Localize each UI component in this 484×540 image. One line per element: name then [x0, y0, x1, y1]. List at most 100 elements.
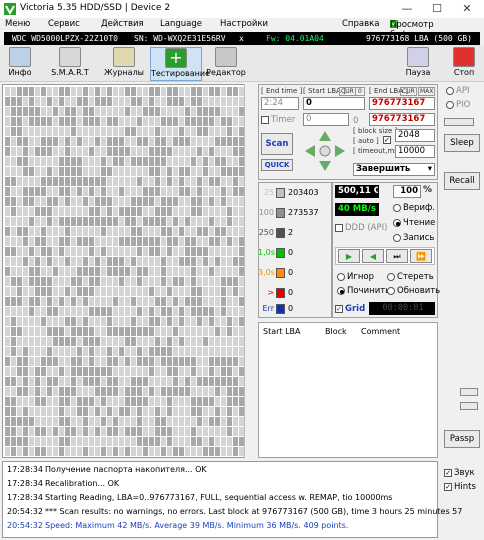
pio-option[interactable]: PIO	[446, 100, 470, 110]
scan-block-cell	[11, 117, 16, 126]
small-indicator-2[interactable]	[460, 402, 478, 410]
scan-block-cell	[197, 407, 202, 416]
finish-action-select[interactable]: Завершить ▾	[353, 163, 435, 176]
end-cur-button[interactable]: CUR	[400, 87, 417, 96]
scan-block-cell	[23, 137, 28, 146]
block-size-select[interactable]: 2048	[395, 129, 435, 142]
skip-end-icon[interactable]: ⏩	[410, 249, 432, 263]
timeout-select[interactable]: 10000	[395, 145, 435, 158]
menu-item-language[interactable]: Language	[160, 19, 202, 29]
scan-block-cell	[161, 137, 166, 146]
minimize-button[interactable]: —	[392, 1, 422, 17]
rewind-icon[interactable]: ◀	[362, 249, 384, 263]
testing-button[interactable]: + Тестирование	[150, 47, 210, 81]
scan-block-cell	[95, 437, 100, 446]
mode-write[interactable]: Запись	[393, 233, 434, 243]
action-repair[interactable]: Починить	[337, 286, 390, 296]
api-option[interactable]: API	[446, 86, 469, 96]
scan-block-cell	[125, 397, 130, 406]
mode-read[interactable]: Чтение	[393, 218, 435, 228]
latency-threshold: 25	[263, 188, 274, 197]
sound-option[interactable]: ✓ Звук	[444, 468, 475, 478]
editor-button[interactable]: Редактор	[206, 47, 246, 81]
scan-block-cell	[119, 127, 124, 136]
scan-block-cell	[221, 147, 226, 156]
scan-block-cell	[71, 437, 76, 446]
log-entry: 20:54:32 Speed: Maximum 42 MB/s. Average …	[7, 521, 348, 533]
menu-item-settings[interactable]: Настройки	[220, 19, 268, 29]
action-ignore[interactable]: Игнор	[337, 272, 374, 282]
start-lba-field[interactable]: 0	[303, 97, 365, 110]
hints-option[interactable]: ✓ Hints	[444, 482, 476, 492]
scan-block-cell	[161, 367, 166, 376]
scan-block-cell	[215, 417, 220, 426]
scan-block-cell	[149, 137, 154, 146]
scan-block-cell	[215, 307, 220, 316]
scan-block-cell	[179, 187, 184, 196]
scan-block-cell	[197, 347, 202, 356]
grid-scrollbar[interactable]	[244, 84, 256, 458]
info-button[interactable]: Инфо	[6, 47, 34, 81]
skip-forward-icon[interactable]: ⏭	[386, 249, 408, 263]
scan-block-cell	[149, 327, 154, 336]
scan-block-cell	[143, 397, 148, 406]
scan-block-cell	[179, 127, 184, 136]
quick-button[interactable]: QUICK	[261, 159, 293, 171]
maximize-button[interactable]: ☐	[422, 1, 452, 17]
navigation-pad[interactable]	[303, 129, 347, 173]
start-cur-button[interactable]: CUR	[339, 87, 356, 96]
timer-option[interactable]: Timer	[261, 115, 295, 125]
small-indicator-1[interactable]	[460, 388, 478, 396]
start-zero-button[interactable]: 0	[355, 87, 365, 96]
scan-block-cell	[137, 407, 142, 416]
scan-block-cell	[137, 347, 142, 356]
scan-block-cell	[83, 397, 88, 406]
scan-block-cell	[215, 247, 220, 256]
journals-button[interactable]: Журналы	[104, 47, 144, 81]
end-time-field[interactable]: 2:24	[261, 97, 299, 110]
mode-verify[interactable]: Вериф.	[393, 203, 435, 213]
pause-button[interactable]: Пауза	[400, 47, 436, 81]
hints-label: Hints	[454, 482, 476, 492]
scan-block-cell	[143, 287, 148, 296]
end-max-button[interactable]: MAX	[418, 87, 436, 96]
scan-block-cell	[161, 347, 166, 356]
scan-block-cell	[65, 147, 70, 156]
scan-button[interactable]: Scan	[261, 133, 293, 155]
scan-block-cell	[143, 277, 148, 286]
stop-button[interactable]: Стоп	[448, 47, 480, 81]
play-icon[interactable]: ▶	[338, 249, 360, 263]
auto-checkbox[interactable]: ✓	[383, 136, 391, 144]
scan-block-cell	[17, 167, 22, 176]
scan-block-cell	[155, 367, 160, 376]
timer-field[interactable]: 0	[303, 113, 349, 126]
scan-block-cell	[65, 227, 70, 236]
action-refresh[interactable]: Обновить	[387, 286, 440, 296]
action-erase[interactable]: Стереть	[387, 272, 434, 282]
scan-block-cell	[17, 217, 22, 226]
recall-button[interactable]: Recall	[444, 172, 480, 190]
scan-block-cell	[5, 207, 10, 216]
menu-item-main[interactable]: Меню	[5, 19, 30, 29]
mode-verify-label: Вериф.	[403, 203, 435, 213]
drive-close-button[interactable]: x	[239, 32, 244, 45]
scan-block-cell	[89, 397, 94, 406]
menu-item-actions[interactable]: Действия	[101, 19, 144, 29]
indicator-button[interactable]	[444, 118, 474, 126]
passport-button[interactable]: Passp	[444, 430, 480, 448]
end-lba-field[interactable]: 976773167	[369, 97, 435, 110]
scan-block-cell	[131, 107, 136, 116]
menu-item-help[interactable]: Справка	[342, 19, 379, 29]
ddd-api-option[interactable]: DDD (API)	[335, 223, 387, 233]
scan-block-cell	[161, 197, 166, 206]
grid-option[interactable]: ✓ Grid	[335, 304, 365, 314]
smart-button[interactable]: S.M.A.R.T	[50, 47, 90, 81]
scan-block-cell	[185, 197, 190, 206]
menu-item-service[interactable]: Сервис	[48, 19, 80, 29]
scan-block-cell	[53, 177, 58, 186]
sleep-button[interactable]: Sleep	[444, 134, 480, 152]
scan-block-cell	[119, 247, 124, 256]
scan-block-cell	[77, 397, 82, 406]
close-button[interactable]: ✕	[452, 1, 482, 17]
scan-block-cell	[167, 127, 172, 136]
